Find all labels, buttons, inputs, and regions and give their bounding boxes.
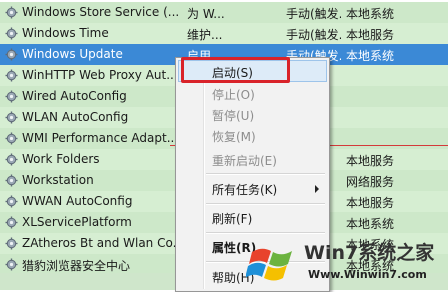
service-name: Workstation — [22, 173, 94, 187]
service-name: WLAN AutoConfig — [22, 110, 129, 124]
start-highlight-box — [181, 57, 290, 83]
service-startup-type: 手动(触发... — [286, 7, 341, 21]
service-logon-as: 本地服务 — [346, 196, 395, 210]
service-logon-as: 网络服务 — [346, 175, 395, 189]
service-name: Windows Update — [22, 47, 123, 61]
service-name: XLServicePlatform — [22, 215, 132, 229]
service-gear-icon — [5, 48, 18, 61]
service-name: WMI Performance Adapt... — [22, 131, 179, 145]
service-name: Wired AutoConfig — [22, 89, 127, 103]
service-gear-icon — [5, 132, 18, 145]
service-row[interactable]: Windows Store Service (... 为 W... 手动(触发...… — [0, 2, 448, 23]
service-name: Windows Store Service (... — [22, 5, 180, 19]
service-gear-icon — [5, 27, 18, 40]
service-name: 猎豹浏览器安全中心 — [22, 259, 131, 273]
menu-item-restart-label: 重新启动(E) — [212, 154, 277, 168]
windows-logo-icon — [246, 248, 292, 281]
service-logon-as: 本地服务 — [346, 154, 395, 168]
service-gear-icon — [5, 153, 18, 166]
service-gear-icon — [5, 111, 18, 124]
menu-item-stop-label: 停止(O) — [212, 88, 255, 102]
service-gear-icon — [5, 258, 18, 271]
service-gear-icon — [5, 90, 18, 103]
menu-item-restart: 重新启动(E) — [178, 148, 327, 170]
service-name: WinHTTP Web Proxy Aut... — [22, 68, 178, 82]
service-logon-as: 本地系统 — [346, 217, 395, 231]
service-description: 维护... — [187, 28, 223, 42]
menu-item-refresh-label: 刷新(F) — [212, 212, 253, 226]
menu-item-pause-label: 暂停(U) — [212, 109, 255, 123]
service-name: Windows Time — [22, 26, 109, 40]
menu-separator — [206, 232, 325, 234]
menu-item-resume: 恢复(M) — [178, 124, 327, 146]
menu-item-all-tasks-label: 所有任务(K) — [212, 183, 278, 197]
menu-item-pause: 暂停(U) — [178, 103, 327, 125]
service-gear-icon — [5, 69, 18, 82]
service-name: WWAN AutoConfig — [22, 194, 133, 208]
service-gear-icon — [5, 174, 18, 187]
watermark: Win7系统之家 Www.Winwin7.com — [246, 236, 446, 288]
watermark-url: Www.Winwin7.com — [308, 268, 427, 281]
service-name: Work Folders — [22, 152, 100, 166]
service-name: ZAtheros Bt and Wlan Co... — [22, 236, 180, 250]
menu-separator — [206, 203, 325, 205]
watermark-title: Win7系统之家 — [304, 242, 435, 264]
service-gear-icon — [5, 6, 18, 19]
service-logon-as: 本地系统 — [346, 49, 395, 63]
service-description: 为 W... — [187, 7, 225, 21]
submenu-arrow-icon — [315, 185, 319, 193]
menu-item-all-tasks[interactable]: 所有任务(K) — [178, 177, 327, 199]
service-logon-as: 本地服务 — [346, 28, 395, 42]
service-gear-icon — [5, 237, 18, 250]
service-gear-icon — [5, 216, 18, 229]
service-startup-type: 手动(触发... — [286, 28, 341, 42]
service-row[interactable]: Windows Time 维护... 手动(触发... 本地服务 — [0, 23, 448, 44]
menu-item-stop: 停止(O) — [178, 82, 327, 104]
service-gear-icon — [5, 195, 18, 208]
menu-item-resume-label: 恢复(M) — [212, 130, 256, 144]
menu-separator — [206, 173, 325, 175]
service-logon-as: 本地系统 — [346, 7, 395, 21]
menu-item-refresh[interactable]: 刷新(F) — [178, 206, 327, 228]
